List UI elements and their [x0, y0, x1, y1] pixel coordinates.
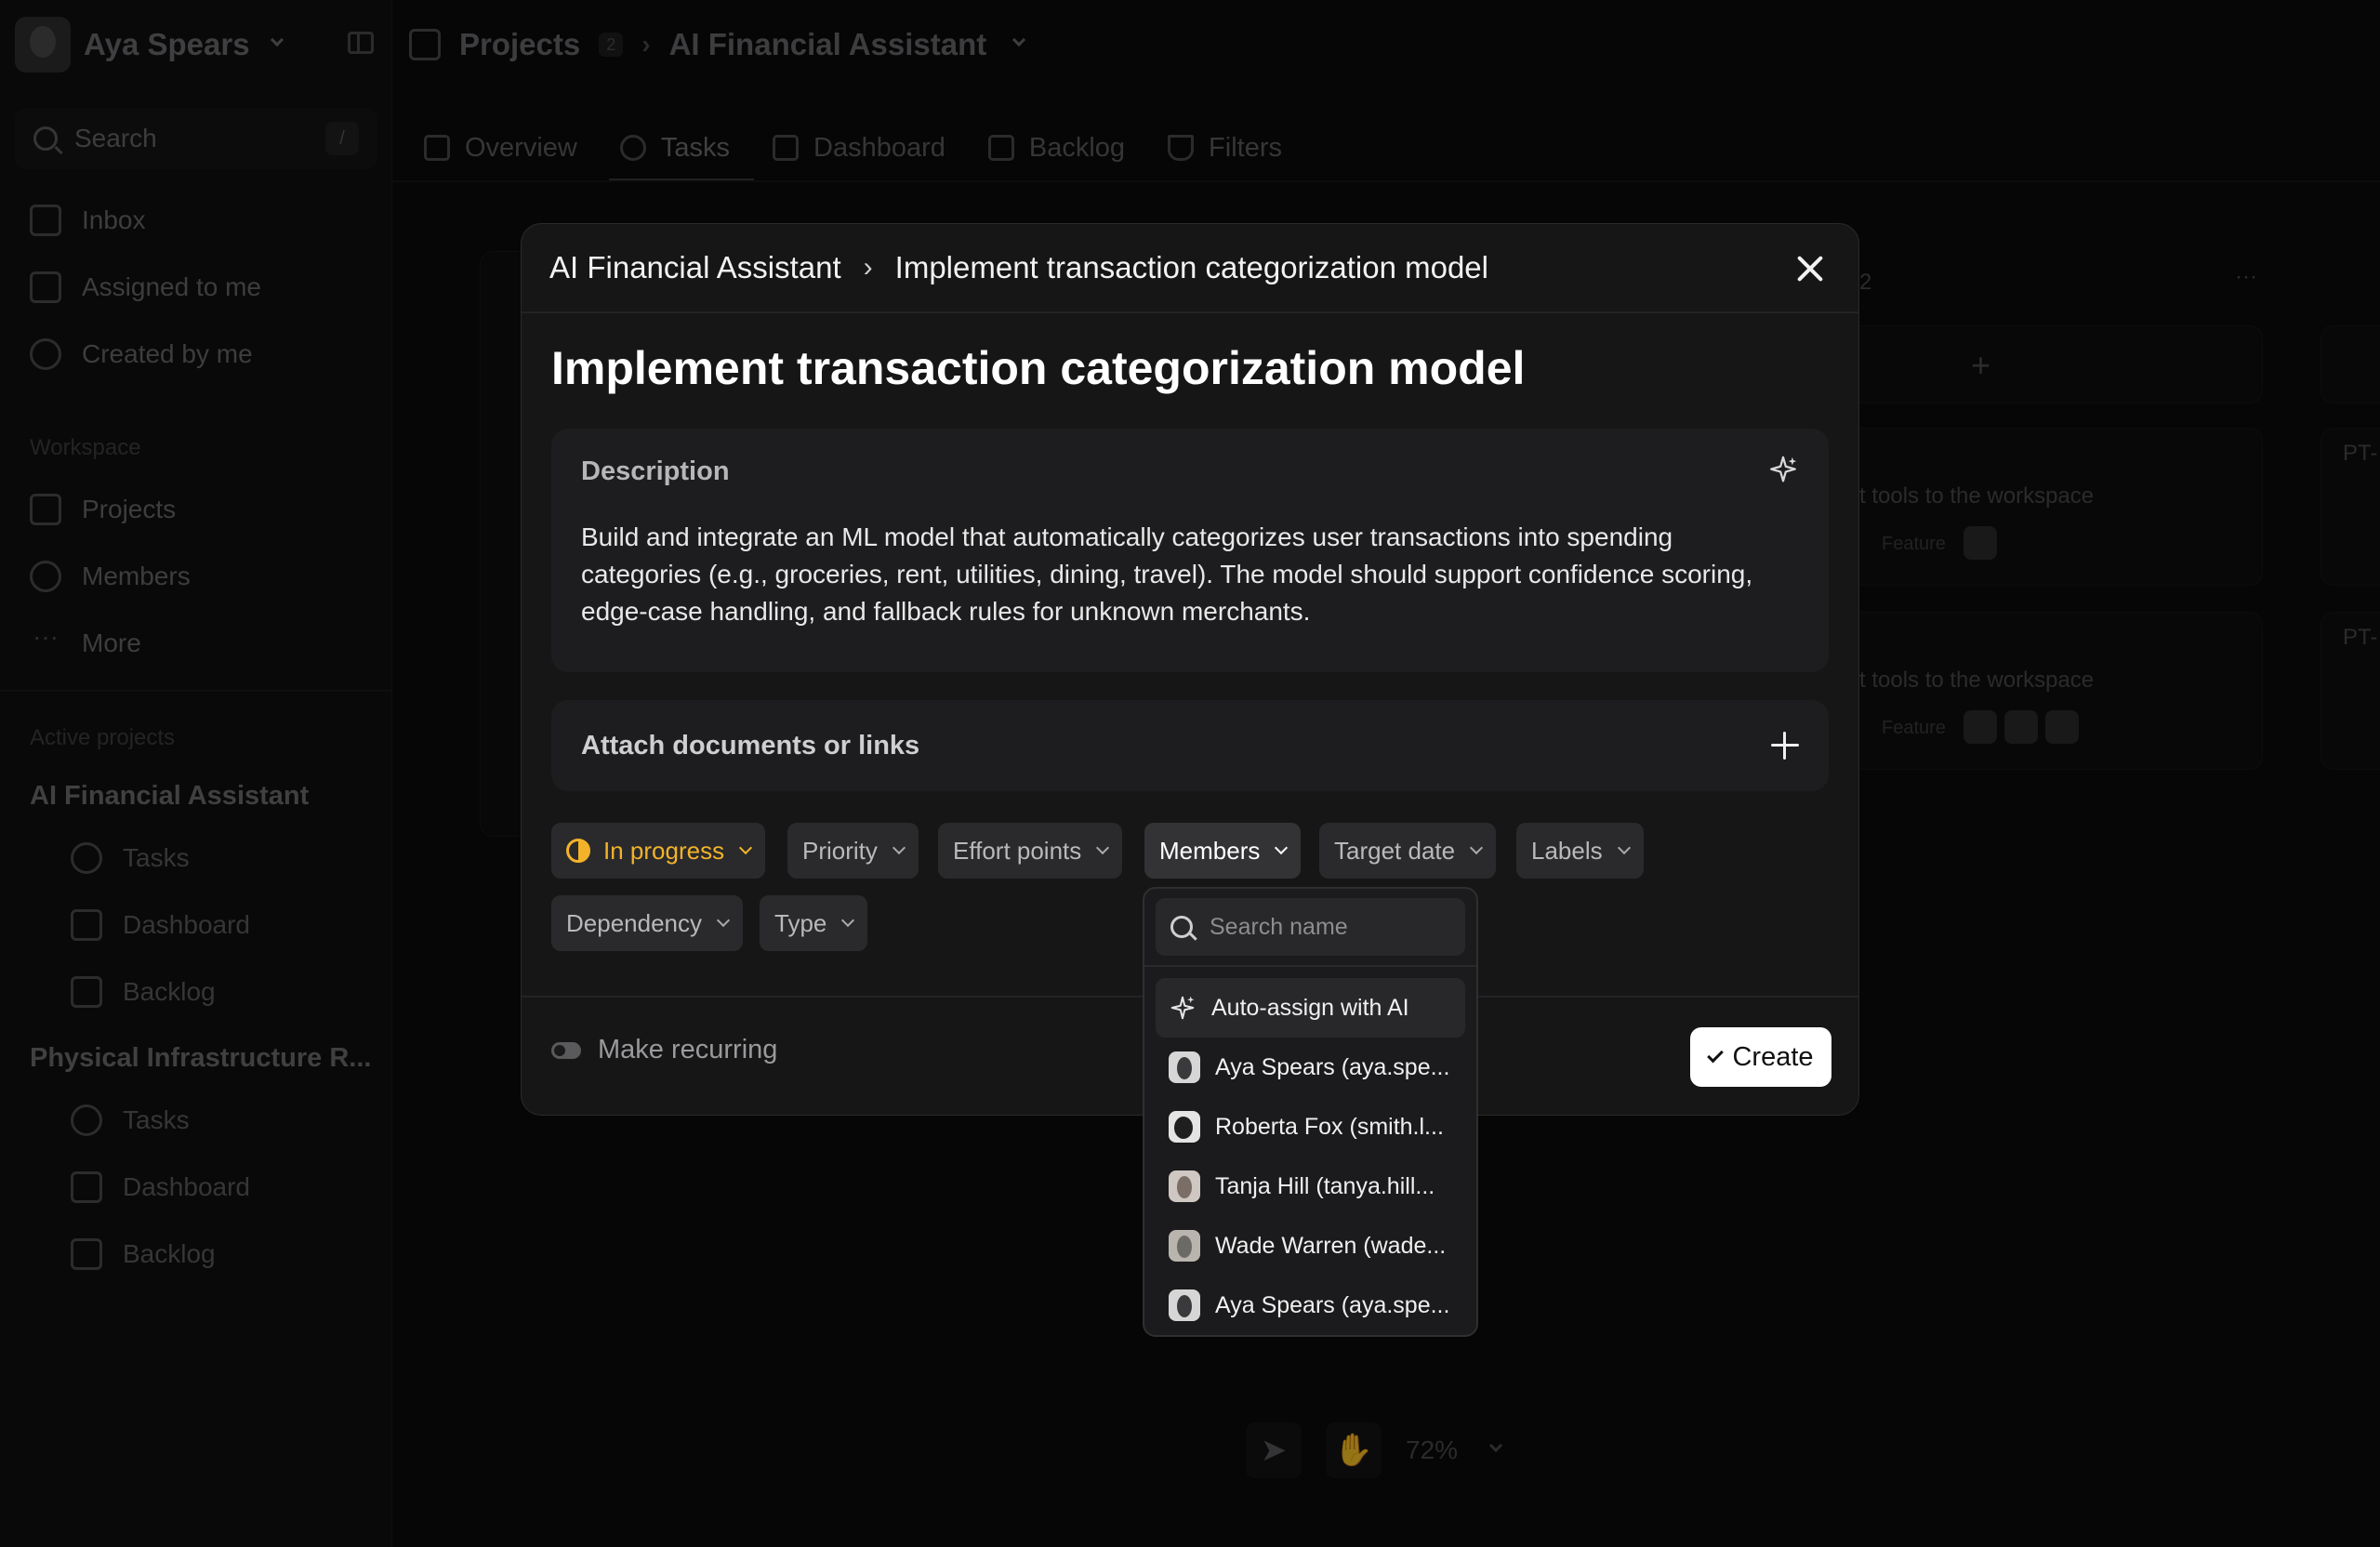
- member-name: Wade Warren (wade...: [1215, 1232, 1447, 1259]
- toggle-switch[interactable]: [551, 1041, 581, 1059]
- avatar: [1169, 1111, 1200, 1143]
- member-search[interactable]: [1156, 898, 1509, 956]
- make-recurring-toggle[interactable]: Make recurring: [551, 1035, 777, 1065]
- chevron-down-icon: [1275, 840, 1289, 855]
- labels-label: Labels: [1531, 836, 1603, 865]
- attach-label: Attach documents or links: [581, 730, 920, 760]
- priority-dropdown[interactable]: Priority: [787, 823, 919, 879]
- status-dropdown[interactable]: In progress: [551, 823, 766, 879]
- avatar: [1169, 1051, 1200, 1083]
- chevron-down-icon: [1470, 840, 1484, 855]
- member-name: Tanja Hill (tanya.hill...: [1215, 1172, 1435, 1199]
- member-name: Aya Spears (aya.spe...: [1215, 1053, 1450, 1080]
- create-button[interactable]: Create: [1690, 1027, 1831, 1087]
- check-icon: [1707, 1046, 1725, 1063]
- chevron-down-icon: [739, 840, 753, 855]
- chevron-down-icon: [1617, 840, 1631, 855]
- member-option[interactable]: Aya Spears (aya.spe...: [1156, 1276, 1465, 1335]
- close-icon[interactable]: [1793, 252, 1827, 285]
- member-option[interactable]: Aya Spears (aya.spe...: [1156, 1038, 1465, 1097]
- type-label: Type: [774, 908, 827, 937]
- dependency-label: Dependency: [566, 908, 702, 937]
- dropdown-divider: [1144, 965, 1476, 967]
- search-icon: [1170, 916, 1193, 938]
- effort-points-dropdown[interactable]: Effort points: [938, 823, 1123, 879]
- description-label: Description: [581, 456, 730, 486]
- members-dropdown[interactable]: Members: [1144, 823, 1302, 879]
- effort-label: Effort points: [953, 836, 1082, 865]
- member-option[interactable]: Wade Warren (wade...: [1156, 1216, 1465, 1276]
- modal-breadcrumb-task: Implement transaction categorization mod…: [894, 250, 1488, 284]
- chevron-down-icon: [892, 840, 906, 855]
- dependency-dropdown[interactable]: Dependency: [551, 895, 743, 951]
- type-dropdown[interactable]: Type: [760, 895, 868, 951]
- member-search-input[interactable]: [1210, 913, 1509, 941]
- ai-sparkle-icon[interactable]: [1767, 455, 1799, 486]
- plus-icon[interactable]: [1771, 732, 1799, 760]
- attach-documents[interactable]: Attach documents or links: [551, 700, 1829, 791]
- member-name: Roberta Fox (smith.l...: [1215, 1113, 1444, 1140]
- recurring-label: Make recurring: [598, 1035, 778, 1064]
- chevron-down-icon: [716, 913, 731, 928]
- description-text: Build and integrate an ML model that aut…: [581, 522, 1753, 626]
- modal-breadcrumb-project[interactable]: AI Financial Assistant: [549, 250, 841, 285]
- chevron-down-icon: [841, 913, 855, 928]
- in-progress-icon: [566, 839, 590, 863]
- member-option[interactable]: Roberta Fox (smith.l...: [1156, 1097, 1465, 1157]
- chevron-down-icon: [1096, 840, 1110, 855]
- chevron-right-icon: ›: [863, 252, 873, 283]
- auto-assign-ai-option[interactable]: Auto-assign with AI: [1156, 978, 1465, 1038]
- ai-sparkle-icon: [1170, 996, 1195, 1020]
- description-field[interactable]: Description Build and integrate an ML mo…: [551, 429, 1829, 672]
- target-date-label: Target date: [1334, 836, 1456, 865]
- avatar: [1169, 1230, 1200, 1262]
- member-option[interactable]: Tanja Hill (tanya.hill...: [1156, 1157, 1465, 1216]
- avatar: [1169, 1170, 1200, 1202]
- modal-breadcrumb: AI Financial Assistant › Implement trans…: [522, 224, 1858, 313]
- avatar: [1169, 1289, 1200, 1321]
- task-title[interactable]: Implement transaction categorization mod…: [551, 341, 1525, 395]
- members-label: Members: [1159, 836, 1261, 865]
- member-name: Aya Spears (aya.spe...: [1215, 1291, 1450, 1318]
- option-label: Auto-assign with AI: [1211, 994, 1409, 1021]
- status-label: In progress: [603, 836, 725, 865]
- create-label: Create: [1732, 1041, 1814, 1072]
- target-date-dropdown[interactable]: Target date: [1319, 823, 1497, 879]
- members-dropdown-menu: Auto-assign with AI Aya Spears (aya.spe.…: [1143, 887, 1509, 1337]
- priority-label: Priority: [802, 836, 878, 865]
- labels-dropdown[interactable]: Labels: [1516, 823, 1644, 879]
